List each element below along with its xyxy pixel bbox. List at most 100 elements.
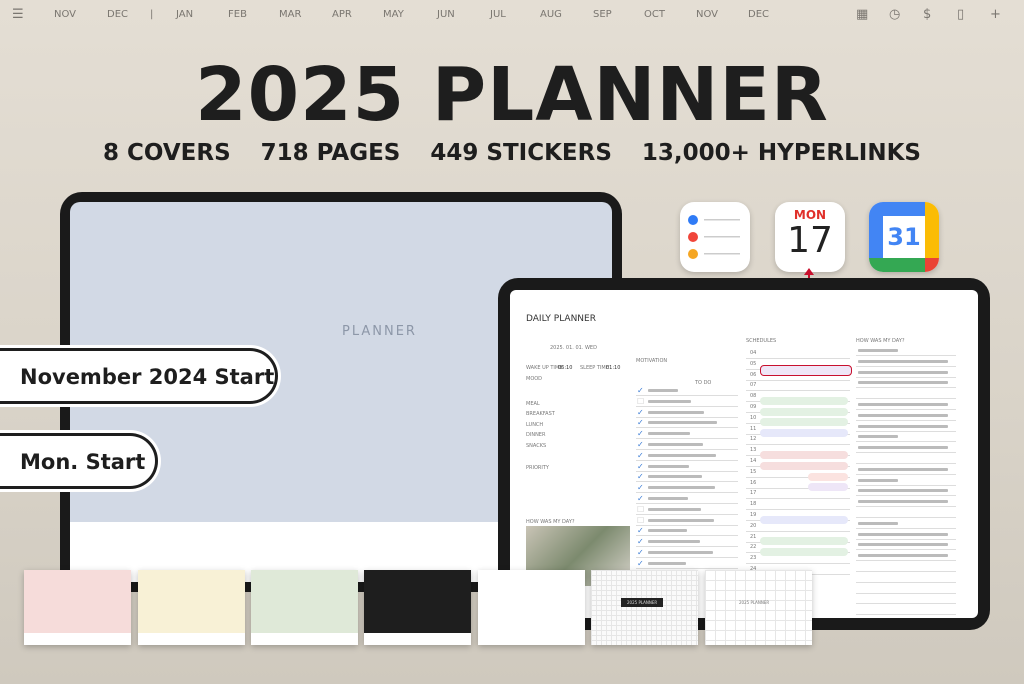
event-block[interactable]: [760, 537, 848, 545]
wake-time[interactable]: 06:10: [558, 365, 572, 371]
journal-line: [856, 571, 956, 572]
journal-text: [858, 381, 948, 385]
cover-label: 2025 PLANNER: [621, 598, 664, 607]
date-label: 2025. 01. 01. WED: [550, 345, 597, 351]
todo-checkbox[interactable]: ✓: [637, 559, 644, 568]
month-dec[interactable]: DEC: [107, 9, 128, 20]
todo-text: [648, 432, 690, 436]
sleep-time[interactable]: 01:10: [606, 365, 620, 371]
todo-checkbox[interactable]: ✓: [637, 429, 644, 438]
cover-yellow[interactable]: [138, 570, 245, 645]
calendar-app-icon: MON 17: [775, 202, 845, 272]
journal-line: [856, 387, 956, 389]
month-jul[interactable]: JUL: [490, 9, 506, 20]
todo-checkbox[interactable]: ☐: [637, 505, 644, 514]
month-jun[interactable]: JUN: [437, 9, 455, 20]
how-label: HOW WAS MY DAY?: [526, 519, 575, 525]
event-block[interactable]: [808, 473, 848, 481]
todo-line: [636, 449, 738, 450]
event-block[interactable]: [760, 408, 848, 416]
todo-text: [648, 443, 703, 446]
event-block[interactable]: [808, 483, 848, 491]
hour-label: 05: [750, 360, 757, 367]
event-block[interactable]: [760, 451, 848, 459]
todo-checkbox[interactable]: ✓: [637, 440, 644, 449]
todo-checkbox[interactable]: ✓: [637, 537, 644, 546]
month-nov-2[interactable]: NOV: [696, 9, 718, 20]
hour-label: 08: [750, 393, 757, 400]
hour-line: [746, 509, 850, 511]
journal-text: [858, 467, 948, 471]
month-mar[interactable]: MAR: [279, 9, 301, 20]
todo-checkbox[interactable]: ☐: [637, 397, 644, 406]
month-aug[interactable]: AUG: [540, 9, 562, 20]
todo-checkbox[interactable]: ☐: [637, 516, 644, 525]
month-sep[interactable]: SEP: [593, 9, 612, 20]
cover-black[interactable]: [364, 570, 471, 645]
todo-line: [636, 503, 738, 504]
month-feb[interactable]: FEB: [228, 9, 247, 20]
event-block[interactable]: [760, 516, 848, 524]
clock-icon[interactable]: ◷: [889, 7, 900, 22]
month-nov[interactable]: NOV: [54, 9, 76, 20]
schedules-label: SCHEDULES: [746, 338, 777, 344]
menu-icon[interactable]: ☰: [12, 7, 24, 22]
meal-label: MEAL: [526, 401, 540, 407]
todo-checkbox[interactable]: ✓: [637, 472, 644, 481]
todo-checkbox[interactable]: ✓: [637, 494, 644, 503]
hour-label: 13: [750, 447, 757, 454]
month-may[interactable]: MAY: [383, 9, 404, 20]
todo-checkbox[interactable]: ✓: [637, 408, 644, 417]
todo-line: [636, 416, 738, 418]
todo-text: [648, 518, 714, 522]
dollar-icon[interactable]: $: [923, 7, 931, 22]
event-block[interactable]: [760, 462, 848, 470]
todo-text: [648, 410, 704, 414]
month-apr[interactable]: APR: [332, 9, 352, 20]
start-badge: November 2024 Start: [0, 348, 278, 404]
journal-line: [856, 538, 956, 540]
hour-line: [746, 379, 850, 381]
plus-icon[interactable]: +: [990, 7, 1001, 22]
todo-checkbox[interactable]: ✓: [637, 386, 644, 395]
todo-line: [636, 459, 738, 461]
month-jan[interactable]: JAN: [176, 9, 193, 20]
todo-line: [636, 513, 738, 515]
event-block[interactable]: [760, 429, 848, 437]
daily-planner-screen: DAILY PLANNER 2025. 01. 01. WED WAKE UP …: [510, 290, 978, 618]
hour-line: [746, 530, 850, 532]
month-oct[interactable]: OCT: [644, 9, 665, 20]
event-block[interactable]: [760, 397, 848, 405]
todo-checkbox[interactable]: ✓: [637, 548, 644, 557]
event-block[interactable]: [760, 418, 848, 426]
highlighted-event[interactable]: [760, 365, 852, 376]
hour-label: 04: [750, 350, 757, 356]
todo-checkbox[interactable]: ✓: [637, 483, 644, 492]
cover-grid-light[interactable]: 2025 PLANNER: [705, 570, 812, 645]
calendar-icon[interactable]: ▦: [856, 7, 868, 22]
hour-label: 12: [750, 436, 757, 443]
cover-white[interactable]: [478, 570, 585, 645]
how-label-2: HOW WAS MY DAY?: [856, 338, 905, 344]
journal-line: [856, 495, 956, 497]
month-dec-2[interactable]: DEC: [748, 9, 769, 20]
feature-list: 8 COVERS 718 PAGES 449 STICKERS 13,000+ …: [0, 140, 1024, 166]
todo-text: [648, 551, 713, 554]
cover-grid-dark-label[interactable]: 2025 PLANNER: [591, 570, 698, 645]
cover-green[interactable]: [251, 570, 358, 645]
journal-text: [858, 521, 898, 525]
todo-checkbox[interactable]: ✓: [637, 526, 644, 535]
event-block[interactable]: [760, 548, 848, 556]
sleep-label: SLEEP TIME: [580, 365, 609, 371]
hour-label: 10: [750, 414, 757, 421]
journal-text: [858, 500, 948, 504]
notebook-icon[interactable]: ▯: [957, 7, 964, 22]
todo-text: [648, 399, 691, 403]
todo-line: [636, 524, 738, 526]
hour-label: 20: [750, 522, 757, 529]
cover-pink[interactable]: [24, 570, 131, 645]
google-calendar-date: 31: [883, 216, 925, 258]
todo-checkbox[interactable]: ✓: [637, 462, 644, 471]
todo-checkbox[interactable]: ✓: [637, 451, 644, 460]
todo-checkbox[interactable]: ✓: [637, 418, 644, 427]
